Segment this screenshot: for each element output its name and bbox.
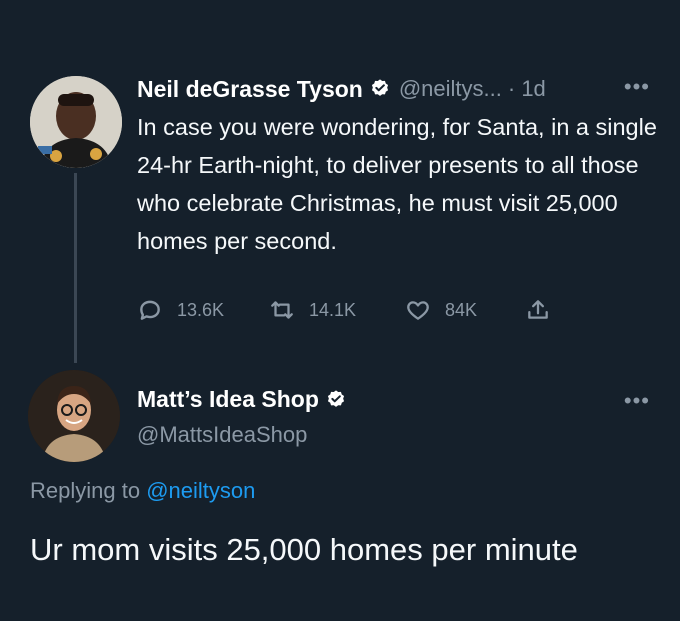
tweet-text: Ur mom visits 25,000 homes per minute xyxy=(30,532,578,567)
author-name[interactable]: Matt’s Idea Shop xyxy=(137,386,319,413)
tweet-actions: 13.6K 14.1K 84K xyxy=(137,292,551,328)
avatar-image xyxy=(30,76,122,168)
thread-line xyxy=(74,173,77,363)
author-handle[interactable]: @MattsIdeaShop xyxy=(137,422,307,448)
avatar-image xyxy=(28,370,120,462)
author-avatar[interactable] xyxy=(30,76,122,168)
retweet-count: 14.1K xyxy=(309,299,357,320)
more-options-icon[interactable]: ••• xyxy=(624,74,650,100)
author-name[interactable]: Neil deGrasse Tyson xyxy=(137,76,363,103)
verified-badge-icon xyxy=(371,79,388,96)
tweet-timestamp[interactable]: · 1d xyxy=(508,76,546,102)
tweet-header: Matt’s Idea Shop xyxy=(137,386,355,413)
reply-tweet: Matt’s Idea Shop ••• @MattsIdeaShop Repl… xyxy=(0,360,680,621)
original-tweet: Neil deGrasse Tyson @neiltys... · 1d •••… xyxy=(0,0,680,363)
author-avatar[interactable] xyxy=(28,370,120,462)
heart-icon xyxy=(407,301,429,320)
share-icon xyxy=(528,300,548,319)
author-handle[interactable]: @neiltys... xyxy=(399,76,502,102)
share-button[interactable] xyxy=(525,297,551,323)
tweet-text: In case you were wondering, for Santa, i… xyxy=(137,114,657,254)
like-button[interactable]: 84K xyxy=(405,297,525,323)
reply-icon xyxy=(140,300,160,320)
verified-badge-icon xyxy=(327,389,344,407)
like-count: 84K xyxy=(445,299,478,320)
replying-to-mention[interactable]: @neiltyson xyxy=(146,478,255,503)
replying-to-label: Replying to xyxy=(30,478,147,503)
reply-button[interactable]: 13.6K xyxy=(137,297,269,323)
retweet-button[interactable]: 14.1K xyxy=(269,297,405,323)
tweet-header: Neil deGrasse Tyson @neiltys... · 1d xyxy=(137,72,546,106)
reply-count: 13.6K xyxy=(177,299,225,320)
more-options-icon[interactable]: ••• xyxy=(624,388,650,414)
replying-to: Replying to @neiltyson xyxy=(30,478,255,504)
retweet-icon xyxy=(271,301,293,319)
